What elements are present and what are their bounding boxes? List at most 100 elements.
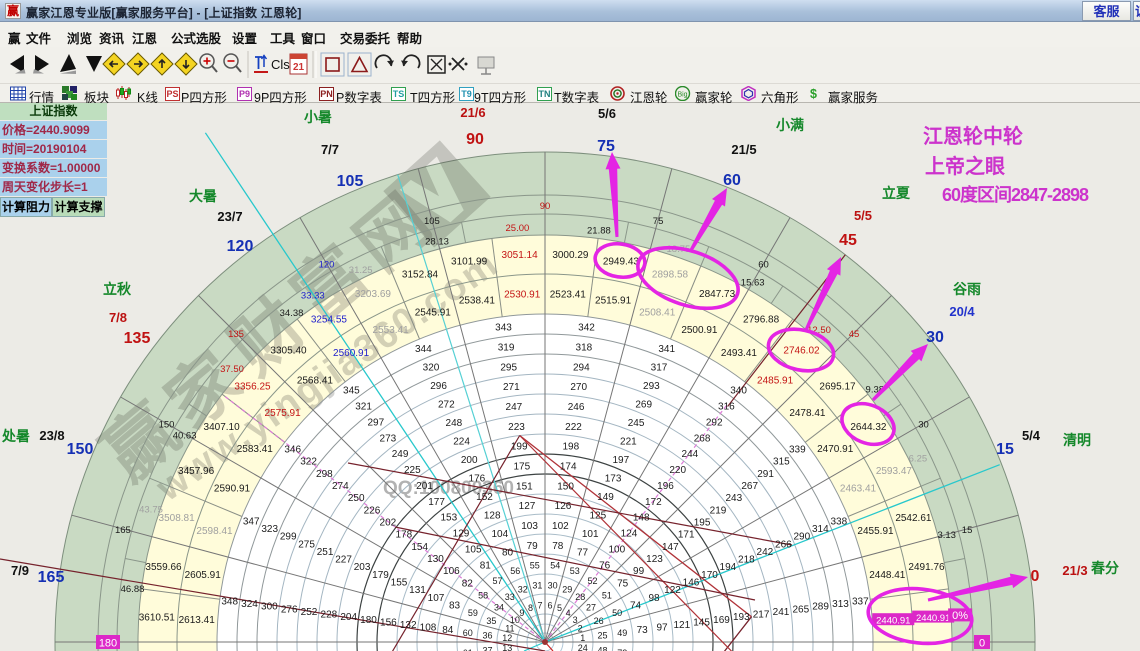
svg-text:221: 221 bbox=[620, 437, 637, 448]
svg-text:36: 36 bbox=[482, 630, 492, 640]
svg-text:30: 30 bbox=[918, 420, 929, 431]
svg-text:2508.41: 2508.41 bbox=[639, 308, 676, 319]
svg-text:11: 11 bbox=[505, 624, 514, 634]
svg-text:40.63: 40.63 bbox=[173, 430, 197, 441]
svg-text:2898.58: 2898.58 bbox=[652, 270, 689, 281]
svg-text:126: 126 bbox=[555, 501, 572, 512]
svg-text:2523.41: 2523.41 bbox=[550, 290, 587, 301]
svg-text:79: 79 bbox=[527, 541, 539, 552]
svg-text:81: 81 bbox=[480, 560, 492, 571]
svg-text:3559.66: 3559.66 bbox=[145, 562, 182, 573]
svg-text:15.63: 15.63 bbox=[741, 278, 765, 289]
svg-text:293: 293 bbox=[643, 381, 660, 392]
svg-text:348: 348 bbox=[221, 597, 238, 608]
svg-text:35: 35 bbox=[486, 616, 496, 626]
svg-text:273: 273 bbox=[380, 433, 397, 444]
svg-text:34.38: 34.38 bbox=[280, 308, 304, 319]
svg-text:3101.99: 3101.99 bbox=[451, 257, 488, 268]
svg-text:155: 155 bbox=[391, 578, 408, 589]
svg-text:20/4: 20/4 bbox=[949, 304, 975, 319]
svg-text:105: 105 bbox=[465, 544, 482, 555]
svg-text:53: 53 bbox=[570, 566, 580, 576]
svg-text:198: 198 bbox=[562, 442, 579, 453]
svg-text:132: 132 bbox=[400, 620, 417, 631]
svg-text:2: 2 bbox=[578, 624, 583, 634]
svg-text:2478.41: 2478.41 bbox=[789, 408, 826, 419]
svg-text:135: 135 bbox=[228, 329, 244, 340]
svg-text:102: 102 bbox=[552, 521, 569, 532]
svg-text:1: 1 bbox=[580, 633, 585, 643]
svg-text:45: 45 bbox=[839, 232, 857, 249]
svg-text:2463.41: 2463.41 bbox=[840, 484, 877, 495]
svg-text:105: 105 bbox=[337, 173, 364, 190]
svg-text:108: 108 bbox=[420, 623, 437, 634]
svg-text:23/8: 23/8 bbox=[39, 428, 64, 443]
svg-text:179: 179 bbox=[372, 570, 389, 581]
svg-text:316: 316 bbox=[718, 402, 735, 413]
svg-text:247: 247 bbox=[506, 402, 523, 413]
svg-text:269: 269 bbox=[635, 400, 652, 411]
svg-text:271: 271 bbox=[503, 382, 520, 393]
svg-text:174: 174 bbox=[560, 462, 577, 473]
svg-text:250: 250 bbox=[348, 493, 365, 504]
svg-text:320: 320 bbox=[423, 363, 440, 374]
svg-text:90: 90 bbox=[466, 131, 484, 148]
svg-text:128: 128 bbox=[484, 511, 501, 522]
svg-text:292: 292 bbox=[706, 417, 723, 428]
svg-text:2695.17: 2695.17 bbox=[819, 382, 856, 393]
svg-text:3.13: 3.13 bbox=[937, 530, 956, 541]
svg-text:24: 24 bbox=[578, 643, 588, 651]
svg-text:52: 52 bbox=[587, 576, 597, 586]
svg-text:2545.91: 2545.91 bbox=[415, 308, 452, 319]
svg-text:196: 196 bbox=[657, 481, 674, 492]
svg-text:2847.73: 2847.73 bbox=[699, 289, 736, 300]
svg-text:298: 298 bbox=[316, 469, 333, 480]
svg-text:101: 101 bbox=[582, 529, 599, 540]
svg-text:37: 37 bbox=[482, 646, 492, 651]
svg-text:2493.41: 2493.41 bbox=[721, 348, 758, 359]
svg-text:25.00: 25.00 bbox=[506, 223, 530, 234]
svg-text:2491.76: 2491.76 bbox=[908, 562, 945, 573]
svg-text:129: 129 bbox=[453, 529, 470, 540]
svg-text:219: 219 bbox=[710, 505, 727, 516]
svg-text:246: 246 bbox=[568, 402, 585, 413]
svg-text:5/5: 5/5 bbox=[854, 208, 872, 223]
svg-text:135: 135 bbox=[124, 330, 151, 347]
svg-text:268: 268 bbox=[694, 433, 711, 444]
svg-text:148: 148 bbox=[633, 513, 650, 524]
svg-text:150: 150 bbox=[67, 441, 94, 458]
svg-text:124: 124 bbox=[621, 529, 638, 540]
svg-text:2590.91: 2590.91 bbox=[214, 484, 251, 495]
svg-text:152: 152 bbox=[476, 492, 493, 503]
svg-text:100: 100 bbox=[608, 544, 625, 555]
svg-text:150: 150 bbox=[159, 420, 175, 431]
svg-text:2440.91: 2440.91 bbox=[876, 616, 910, 627]
svg-text:220: 220 bbox=[669, 465, 686, 476]
svg-text:266: 266 bbox=[775, 539, 792, 550]
svg-text:339: 339 bbox=[789, 444, 806, 455]
svg-text:270: 270 bbox=[570, 382, 587, 393]
svg-text:75: 75 bbox=[597, 138, 615, 155]
svg-text:165: 165 bbox=[38, 569, 65, 586]
svg-text:31.25: 31.25 bbox=[349, 265, 373, 276]
svg-text:0: 0 bbox=[1031, 568, 1040, 585]
svg-text:2440.91: 2440.91 bbox=[916, 613, 950, 624]
svg-text:5/4: 5/4 bbox=[1022, 428, 1041, 443]
svg-text:267: 267 bbox=[741, 481, 758, 492]
svg-text:103: 103 bbox=[521, 521, 538, 532]
svg-text:23/7: 23/7 bbox=[217, 209, 242, 224]
svg-text:0: 0 bbox=[979, 638, 985, 650]
svg-text:4: 4 bbox=[566, 608, 571, 618]
svg-text:2560.91: 2560.91 bbox=[333, 348, 370, 359]
svg-text:131: 131 bbox=[409, 585, 426, 596]
svg-text:小暑: 小暑 bbox=[304, 109, 332, 125]
svg-text:146: 146 bbox=[683, 578, 700, 589]
svg-text:296: 296 bbox=[430, 381, 447, 392]
svg-text:21/3: 21/3 bbox=[1062, 563, 1087, 578]
svg-text:125: 125 bbox=[589, 511, 606, 522]
svg-text:2485.91: 2485.91 bbox=[757, 376, 794, 387]
svg-text:33: 33 bbox=[505, 592, 515, 602]
svg-text:25: 25 bbox=[597, 630, 607, 640]
svg-text:275: 275 bbox=[298, 539, 315, 550]
svg-text:314: 314 bbox=[812, 524, 829, 535]
